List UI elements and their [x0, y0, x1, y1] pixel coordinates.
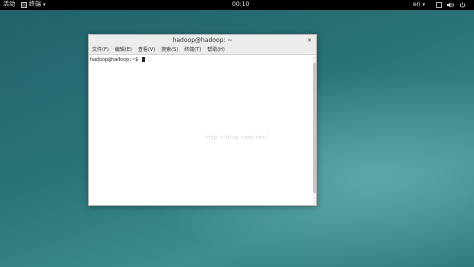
- close-button[interactable]: ×: [307, 35, 312, 46]
- menu-terminal[interactable]: 终端(T): [184, 46, 201, 54]
- terminal-prompt: hadoop@hadoop:~$: [90, 57, 146, 63]
- menu-search[interactable]: 搜索(S): [161, 46, 178, 54]
- menu-file[interactable]: 文件(F): [92, 46, 109, 54]
- power-icon: [459, 2, 466, 8]
- terminal-icon: [21, 2, 27, 8]
- terminal-window[interactable]: hadoop@hadoop: ~ × 文件(F) 编辑(E) 查看(V) 搜索(…: [88, 34, 317, 206]
- scrollbar[interactable]: [313, 56, 316, 205]
- app-menu-label: 终端: [29, 1, 42, 8]
- clock[interactable]: 00:10: [232, 0, 249, 10]
- chevron-down-icon: ▾: [422, 2, 426, 8]
- prompt-text: hadoop@hadoop:~$: [90, 57, 142, 63]
- input-method-label: en: [413, 1, 421, 8]
- watermark: http://blog.csdn.net/: [205, 135, 269, 141]
- volume-icon: [447, 2, 454, 8]
- window-title: hadoop@hadoop: ~: [172, 37, 233, 44]
- system-menu[interactable]: [436, 0, 466, 10]
- menu-bar: 文件(F) 编辑(E) 查看(V) 搜索(S) 终端(T) 帮助(H): [89, 46, 316, 55]
- accessibility-icon: [436, 2, 442, 8]
- terminal-area[interactable]: hadoop@hadoop:~$ http://blog.csdn.net/: [89, 56, 316, 205]
- activities-button[interactable]: 活动: [3, 0, 15, 10]
- scrollbar-thumb[interactable]: [313, 63, 316, 193]
- menu-help[interactable]: 帮助(H): [207, 46, 225, 54]
- chevron-down-icon: ▾: [43, 2, 46, 8]
- app-menu[interactable]: 终端 ▾: [21, 0, 46, 10]
- text-cursor: [142, 57, 146, 62]
- menu-edit[interactable]: 编辑(E): [115, 46, 132, 54]
- input-method-menu[interactable]: en ▾: [413, 0, 425, 10]
- top-bar: 活动 终端 ▾ 00:10 en ▾: [0, 0, 474, 10]
- menu-view[interactable]: 查看(V): [138, 46, 155, 54]
